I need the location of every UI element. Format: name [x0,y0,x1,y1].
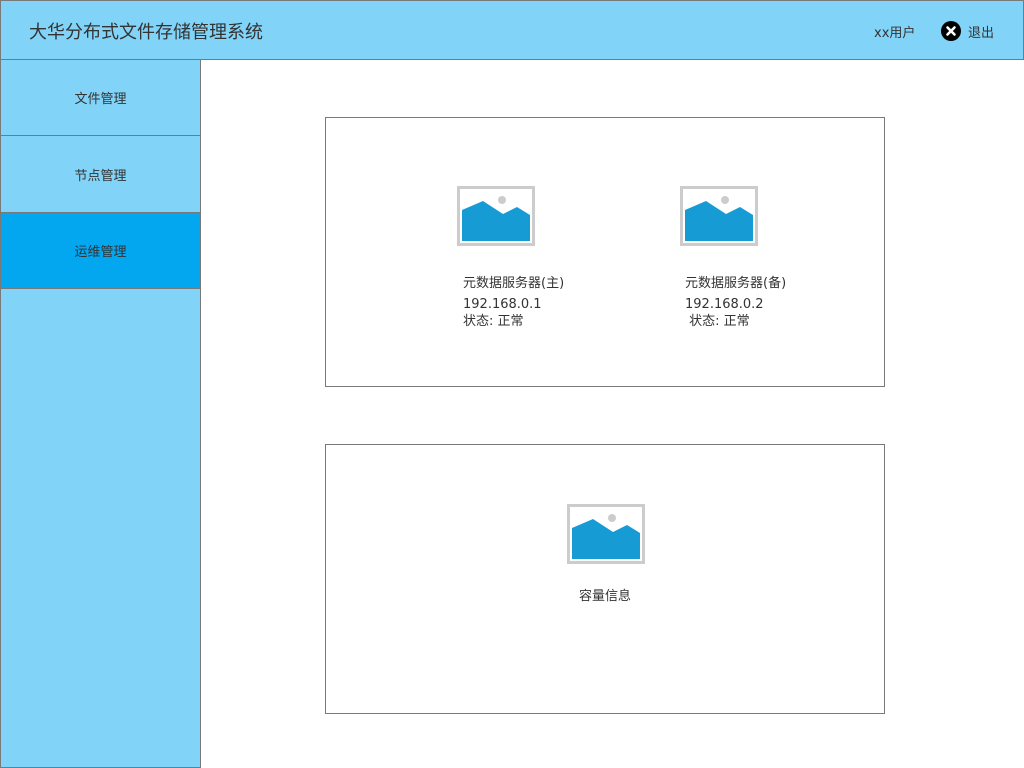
server-ip: 192.168.0.2 [685,297,764,312]
server-status: 状态: 正常 [463,314,524,329]
server-name: 元数据服务器(备) [685,276,787,291]
metadata-servers-panel: 元数据服务器(主) 192.168.0.1 状态: 正常 元数据服务器(备) 1… [325,117,885,387]
app-title: 大华分布式文件存储管理系统 [29,22,263,43]
sidebar-item-label[interactable]: 节点管理 [74,165,126,184]
close-circle-icon[interactable] [941,21,961,41]
logout-label[interactable]: 退出 [968,22,994,41]
sidebar: 文件管理 节点管理 运维管理 [0,60,201,768]
sidebar-item-ops-management[interactable]: 运维管理 [1,213,200,289]
sidebar-item-node-management[interactable]: 节点管理 [1,137,200,213]
sidebar-item-file-management[interactable]: 文件管理 [1,60,200,136]
server-ip: 192.168.0.1 [463,297,542,312]
sidebar-item-label[interactable]: 文件管理 [74,88,126,107]
sidebar-item-label[interactable]: 运维管理 [74,241,126,260]
image-placeholder-icon [567,504,645,564]
top-header: 大华分布式文件存储管理系统 xx用户 退出 [0,0,1024,60]
current-user[interactable]: xx用户 [874,22,915,41]
server-name: 元数据服务器(主) [463,276,565,291]
image-placeholder-icon [457,186,535,246]
capacity-panel: 容量信息 [325,444,885,714]
capacity-label: 容量信息 [579,589,632,604]
server-status: 状态: 正常 [685,314,750,329]
image-placeholder-icon [680,186,758,246]
